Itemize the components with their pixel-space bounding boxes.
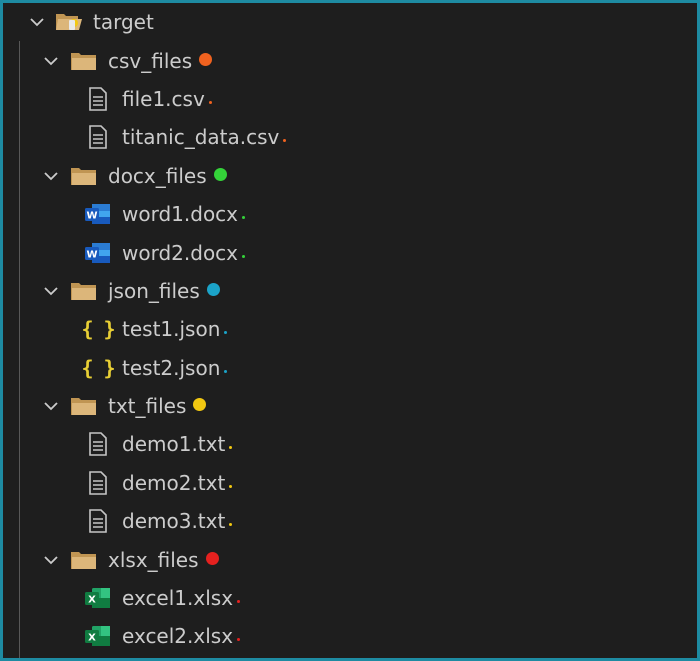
folder-csv[interactable]: csv_files	[3, 41, 697, 79]
file-name: file1.csv	[122, 86, 205, 111]
file-label: demo3.txt	[122, 509, 233, 534]
folder-status-dot	[193, 398, 207, 412]
file-name: word2.docx	[122, 240, 239, 265]
file-label: titanic_data.csv	[122, 125, 287, 150]
file-status-dot	[229, 446, 233, 450]
file-name: excel1.xlsx	[122, 586, 234, 611]
file-name: test2.json	[122, 355, 221, 380]
file-tree: target csv_files file1.csv titanic_data.cs…	[3, 3, 697, 656]
folder-label: docx_files	[108, 164, 227, 188]
file-item[interactable]: Xexcel2.xlsx	[3, 617, 697, 655]
folder-label: xlsx_files	[108, 548, 219, 572]
file-item[interactable]: { } test1.json	[3, 310, 697, 348]
excel-icon: X	[83, 624, 113, 648]
tree-root-label: target	[93, 10, 154, 35]
file-status-dot	[224, 369, 228, 373]
file-item[interactable]: file1.csv	[3, 80, 697, 118]
file-status-dot	[237, 600, 241, 604]
file-item[interactable]: titanic_data.csv	[3, 118, 697, 156]
file-name: titanic_data.csv	[122, 125, 280, 150]
file-explorer: target csv_files file1.csv titanic_data.cs…	[0, 0, 700, 661]
folder-icon	[69, 164, 99, 188]
folder-name: xlsx_files	[108, 547, 199, 572]
svg-text:W: W	[86, 249, 97, 260]
folder-label: json_files	[108, 279, 220, 303]
folder-name: txt_files	[108, 394, 187, 419]
file-status-dot	[242, 254, 246, 258]
folder-open-icon	[54, 10, 84, 34]
file-name: demo2.txt	[122, 470, 226, 495]
folder-status-dot	[205, 551, 219, 565]
chevron-down-icon[interactable]	[41, 550, 61, 570]
folder-docx[interactable]: docx_files	[3, 157, 697, 195]
chevron-down-icon[interactable]	[41, 396, 61, 416]
file-item[interactable]: Wword1.docx	[3, 195, 697, 233]
folder-status-dot	[213, 167, 227, 181]
chevron-down-icon[interactable]	[41, 281, 61, 301]
chevron-down-icon[interactable]	[41, 166, 61, 186]
folder-name: csv_files	[108, 48, 193, 73]
file-label: test2.json	[122, 355, 228, 380]
file-status-dot	[242, 216, 246, 220]
folder-name: json_files	[108, 278, 200, 303]
tree-root-target[interactable]: target	[3, 3, 697, 41]
file-label: excel2.xlsx	[122, 624, 241, 649]
svg-text:X: X	[88, 633, 96, 644]
file-status-dot	[208, 100, 212, 104]
file-status-dot	[229, 484, 233, 488]
file-label: word2.docx	[122, 240, 246, 265]
folder-label: txt_files	[108, 394, 207, 419]
text-file-icon	[83, 509, 113, 534]
file-status-dot	[283, 139, 287, 143]
json-glyph: { }	[81, 317, 115, 342]
folder-icon	[69, 49, 99, 73]
chevron-down-icon[interactable]	[41, 51, 61, 71]
file-label: demo1.txt	[122, 432, 233, 457]
folder-status-dot	[206, 282, 220, 296]
json-glyph: { }	[81, 355, 115, 380]
file-name: demo1.txt	[122, 432, 226, 457]
file-item[interactable]: Xexcel1.xlsx	[3, 579, 697, 617]
file-item[interactable]: demo2.txt	[3, 464, 697, 502]
folder-xlsx[interactable]: xlsx_files	[3, 540, 697, 578]
file-status-dot	[229, 523, 233, 527]
word-icon: W	[83, 241, 113, 265]
file-status-dot	[224, 331, 228, 335]
chevron-down-icon[interactable]	[27, 12, 47, 32]
folder-icon	[69, 279, 99, 303]
file-name: excel2.xlsx	[122, 624, 234, 649]
word-icon: W	[83, 202, 113, 226]
file-label: word1.docx	[122, 202, 246, 227]
svg-text:W: W	[86, 211, 97, 222]
folder-icon	[69, 548, 99, 572]
file-item[interactable]: { } test2.json	[3, 349, 697, 387]
folder-txt[interactable]: txt_files	[3, 387, 697, 425]
text-file-icon	[83, 432, 113, 457]
file-item[interactable]: Wword2.docx	[3, 233, 697, 271]
file-label: demo2.txt	[122, 470, 233, 495]
file-name: demo3.txt	[122, 509, 226, 534]
excel-icon: X	[83, 586, 113, 610]
folder-status-dot	[199, 52, 213, 66]
text-file-icon	[83, 125, 113, 150]
file-label: excel1.xlsx	[122, 586, 241, 611]
svg-text:X: X	[88, 595, 96, 606]
json-icon: { }	[81, 317, 115, 342]
file-status-dot	[237, 638, 241, 642]
folder-icon	[69, 394, 99, 418]
folder-name: docx_files	[108, 163, 207, 188]
folder-json[interactable]: json_files	[3, 272, 697, 310]
file-item[interactable]: demo1.txt	[3, 425, 697, 463]
file-name: test1.json	[122, 317, 221, 342]
text-file-icon	[83, 87, 113, 111]
file-label: test1.json	[122, 317, 228, 342]
json-icon: { }	[81, 355, 115, 380]
file-item[interactable]: demo3.txt	[3, 502, 697, 540]
folder-label: csv_files	[108, 48, 213, 73]
file-name: word1.docx	[122, 202, 239, 227]
file-label: file1.csv	[122, 87, 212, 111]
text-file-icon	[83, 471, 113, 495]
